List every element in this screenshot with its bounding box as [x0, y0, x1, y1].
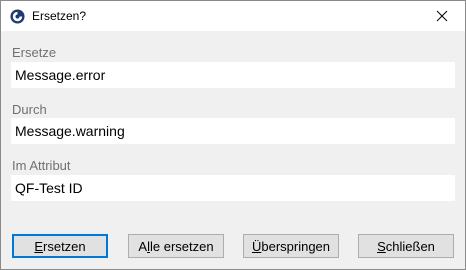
close-button[interactable]: [419, 1, 465, 31]
attribute-input[interactable]: [11, 175, 455, 201]
skip-button[interactable]: Überspringen: [243, 234, 339, 258]
attribute-label: Im Attribut: [12, 158, 71, 173]
replace-button-mnemonic: E: [34, 238, 44, 254]
window-title: Ersetzen?: [32, 9, 87, 23]
close-dialog-button-mnemonic: S: [377, 238, 386, 254]
replace-all-button[interactable]: Al le ersetzen: [128, 234, 224, 258]
replace-label: Ersetze: [12, 45, 57, 60]
close-dialog-button-label: chließen: [385, 238, 435, 254]
with-label: Durch: [12, 102, 47, 117]
replace-all-button-prefix: A: [138, 238, 148, 254]
close-dialog-button[interactable]: Schließen: [358, 234, 454, 258]
replace-button[interactable]: Ersetzen: [12, 234, 108, 258]
close-icon: [436, 10, 448, 22]
with-input[interactable]: [11, 118, 455, 144]
app-icon: [10, 9, 25, 24]
replace-dialog: Ersetzen? Ersetze Durch Im Attribut Erse…: [0, 0, 466, 270]
replace-all-button-label: le ersetzen: [149, 238, 214, 254]
skip-button-mnemonic: Ü: [251, 238, 262, 254]
replace-input[interactable]: [11, 62, 455, 88]
title-bar: Ersetzen?: [1, 1, 465, 31]
skip-button-label: berspringen: [261, 238, 331, 254]
replace-button-label: rsetzen: [43, 238, 86, 254]
